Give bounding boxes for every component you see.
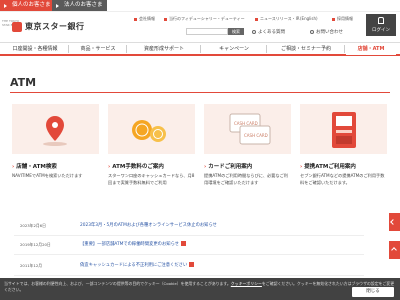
bullet-icon (134, 17, 137, 21)
top-audience-bar: 個人のお客さま 法人のお客さま (0, 0, 400, 12)
news-date: 2023年2月6日 (20, 223, 46, 228)
contact-link[interactable]: お問い合わせ (310, 29, 343, 35)
bullet-icon (164, 17, 167, 21)
faq-link[interactable]: よくある質問 (252, 29, 285, 35)
nav-divider (200, 45, 201, 53)
utility-link-company[interactable]: 会社情報 (134, 16, 155, 22)
cookie-text: 当サイトでは、お客様の利便性向上、および、一部コンテンツの提供等の目的でクッキー… (4, 281, 396, 293)
card-title-fees[interactable]: › ATM手数料のご案内 (108, 162, 164, 170)
news-row[interactable]: 2019年12月20日 【重要】一部店舗ATMでの稼働時間変更のお知らせ (14, 237, 364, 255)
utility-link-news[interactable]: ニュースリリース・IR (255, 16, 300, 22)
nav-item-campaign[interactable]: キャンペーン (204, 43, 264, 55)
news-date: 2011年12月 (20, 263, 43, 268)
card-title-label: カードご利用案内 (208, 164, 253, 170)
triangle-right-icon (56, 4, 59, 8)
news-title: 2023年3月・5月のATMおよび各種オンラインサービス休止のお知らせ (80, 222, 217, 228)
utility-link-label: (English) (300, 16, 318, 21)
news-title: 偽造キャッシュカードによる不正利用にご注意ください (80, 262, 195, 268)
utility-link-fiduciary[interactable]: 当行のフィデューシャリー・デューティー (164, 16, 245, 22)
bank-logo-text[interactable]: 東京スター銀行 (25, 21, 85, 32)
news-title: 【重要】一部店舗ATMでの稼働時間変更のお知らせ (80, 241, 187, 247)
triangle-right-icon (4, 4, 7, 8)
utility-link-label: 採用情報 (337, 16, 353, 21)
nav-item-account[interactable]: 口座開設・各種情報 (4, 43, 66, 55)
login-button[interactable]: ログイン (366, 14, 396, 36)
card-description: セブン銀行ATMなどの提携ATMのご利用手数料をご確認いただけます。 (300, 173, 385, 185)
nav-divider (344, 45, 345, 53)
news-row[interactable]: 2023年2月6日 2023年3月・5月のATMおよび各種オンラインサービス休止… (14, 218, 364, 236)
utility-link-english[interactable]: (English) (300, 16, 318, 21)
faq-label: よくある質問 (258, 30, 285, 35)
utility-link-label: ニュースリリース・IR (260, 16, 300, 21)
side-menu-button[interactable] (389, 213, 400, 231)
card-label: CASH CARD (244, 133, 268, 138)
utility-link-label: 当行のフィデューシャリー・デューティー (169, 16, 245, 21)
card-description: スターワン口座のキャッシュカードなら、月8回まで実質手数料無料でご利用 (108, 173, 195, 185)
search-button[interactable]: 検索 (228, 28, 244, 35)
chevron-right-icon: › (108, 164, 111, 170)
scroll-top-button[interactable] (389, 241, 400, 259)
coins-illustration (132, 120, 166, 142)
personal-customers-tab[interactable]: 個人のお客さま (0, 0, 52, 11)
chevron-right-icon: › (204, 164, 207, 170)
cookie-policy-link[interactable]: クッキーポリシー (231, 281, 262, 286)
nav-item-consultation[interactable]: ご相談・セミナー予約 (270, 43, 342, 55)
nav-item-products[interactable]: 商品・サービス (72, 43, 124, 55)
login-label: ログイン (372, 28, 390, 33)
bullet-icon (255, 17, 258, 21)
bank-logo-icon[interactable] (12, 22, 22, 32)
search-input[interactable] (186, 28, 228, 35)
cookie-banner: 当サイトでは、お客様の利便性向上、および、一部コンテンツの提供等の目的でクッキー… (0, 278, 400, 300)
card-image-partner-atm[interactable] (300, 104, 387, 154)
mail-icon (310, 29, 314, 34)
news-title-text: 偽造キャッシュカードによる不正利用にご注意ください (80, 263, 188, 268)
card-title-partner-atm[interactable]: › 提携ATMご利用案内 (300, 162, 356, 170)
utility-link-careers[interactable]: 採用情報 (332, 16, 353, 22)
page-title: ATM (10, 76, 37, 89)
nav-divider (266, 45, 267, 53)
chevron-up-icon (391, 247, 397, 253)
main-nav: 口座開設・各種情報 商品・サービス 資産形成サポート キャンペーン ご相談・セミ… (0, 42, 400, 56)
title-underline (10, 92, 390, 93)
card-title-label: ATM手数料のご案内 (112, 164, 164, 170)
personal-customers-label: 個人のお客さま (12, 2, 51, 8)
cash-card-illustration: CASH CARD CASH CARD (229, 113, 271, 145)
chevron-left-icon (390, 219, 396, 225)
pdf-icon (189, 262, 195, 267)
nav-divider (126, 45, 127, 53)
card-description: 提携ATMのご利用時間ならびに、必要なご利用環境をご確認いただけます (204, 173, 288, 185)
news-title-text: 2023年3月・5月のATMおよび各種オンラインサービス休止のお知らせ (80, 223, 217, 228)
news-title-text: 【重要】一部店舗ATMでの稼働時間変更のお知らせ (80, 242, 180, 247)
map-pin-illustration (43, 116, 67, 146)
bullet-icon (332, 17, 335, 21)
nav-item-branch-atm[interactable]: 店舗・ATM (346, 43, 396, 55)
card-image-card-usage[interactable]: CASH CARD CASH CARD (204, 104, 291, 154)
card-description: NAVITIMEでATMを検索いただけます (12, 173, 83, 178)
news-row[interactable]: 2011年12月 偽造キャッシュカードによる不正利用にご注意ください (14, 258, 364, 276)
lock-icon (378, 17, 384, 24)
contact-label: お問い合わせ (316, 30, 343, 35)
card-label: CASH CARD (234, 121, 258, 126)
card-image-fees[interactable] (108, 104, 195, 154)
chevron-right-icon: › (12, 164, 15, 170)
card-title-label: 店舗・ATM検索 (16, 164, 57, 170)
corporate-customers-tab[interactable]: 法人のお客さま (52, 0, 107, 11)
card-image-branch-search[interactable] (12, 104, 99, 154)
utility-link-label: 会社情報 (139, 16, 155, 21)
nav-item-asset-support[interactable]: 資産形成サポート (130, 43, 198, 55)
card-title-label: 提携ATMご利用案内 (304, 164, 356, 170)
chevron-right-icon: › (300, 164, 303, 170)
card-title-branch-search[interactable]: › 店舗・ATM検索 (12, 162, 57, 170)
pdf-icon (181, 241, 187, 246)
cookie-message: 当サイトでは、お客様の利便性向上、および、一部コンテンツの提供等の目的でクッキー… (4, 281, 231, 286)
corporate-customers-label: 法人のお客さま (64, 2, 103, 8)
card-title-card-usage[interactable]: › カードご利用案内 (204, 162, 252, 170)
cookie-close-button[interactable]: 閉じる (352, 287, 394, 297)
news-date: 2019年12月20日 (20, 242, 51, 247)
question-circle-icon (252, 29, 256, 34)
atm-machine-illustration (332, 112, 356, 148)
nav-divider (68, 45, 69, 53)
